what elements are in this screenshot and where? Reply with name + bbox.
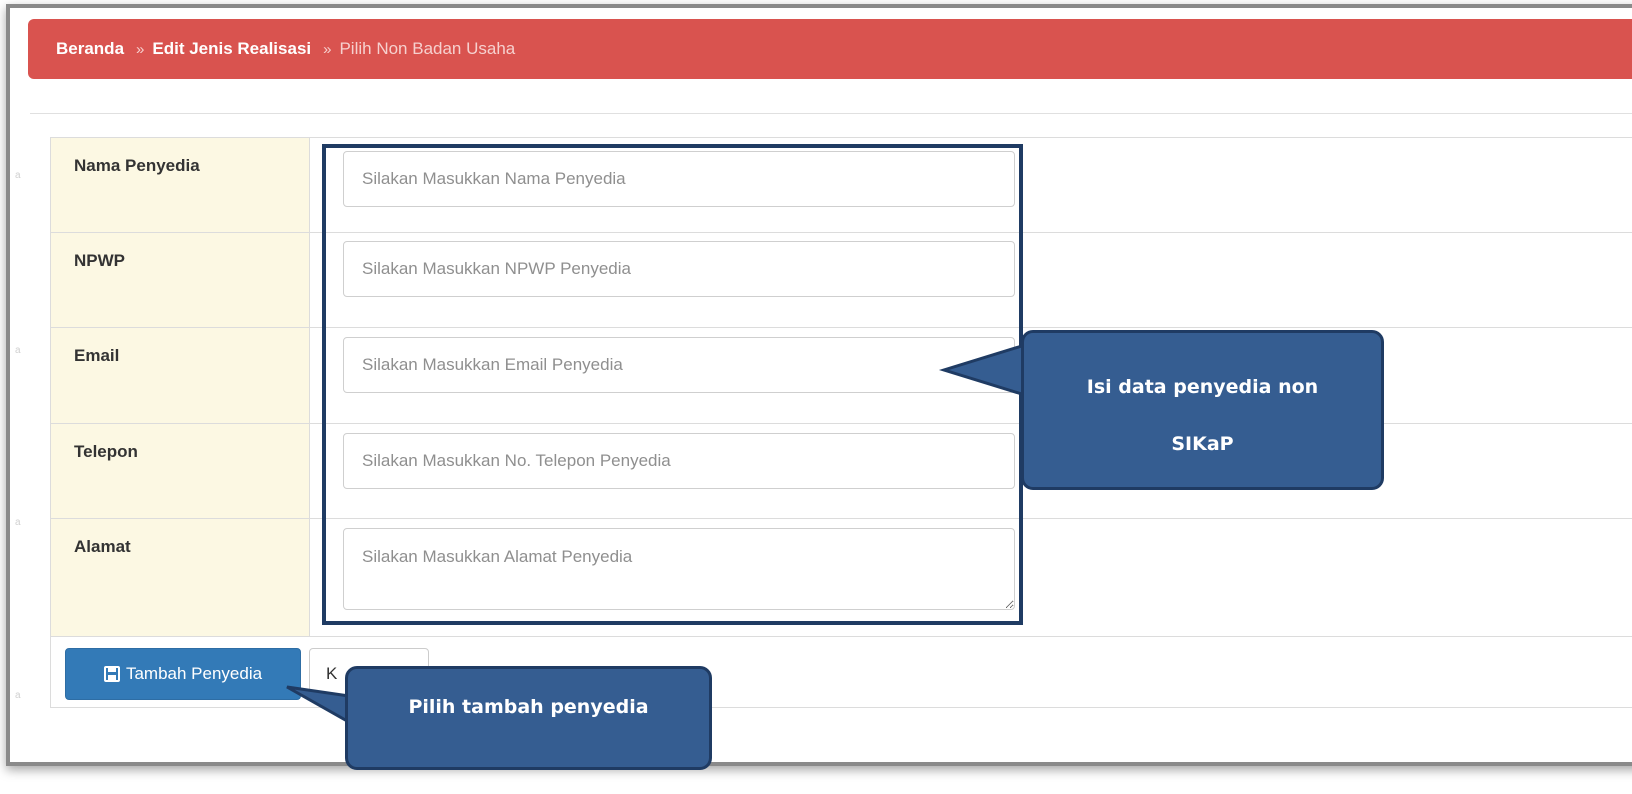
scroll-mark: a [15, 517, 21, 528]
scroll-mark: a [15, 345, 21, 356]
callout-pointers [286, 342, 1027, 725]
scroll-mark: a [15, 170, 21, 181]
callout-choose-add: Pilih tambah penyedia [345, 666, 712, 770]
scroll-mark: a [15, 690, 21, 701]
callout-fill-data-line1: Isi data penyedia non [1086, 376, 1319, 398]
callout-fill-data-line2: SIKaP [1171, 433, 1234, 455]
callout-pointer-2 [286, 685, 351, 725]
callout-fill-data: Isi data penyedia non SIKaP [1021, 330, 1384, 490]
callout-pointer-1 [938, 342, 1027, 398]
